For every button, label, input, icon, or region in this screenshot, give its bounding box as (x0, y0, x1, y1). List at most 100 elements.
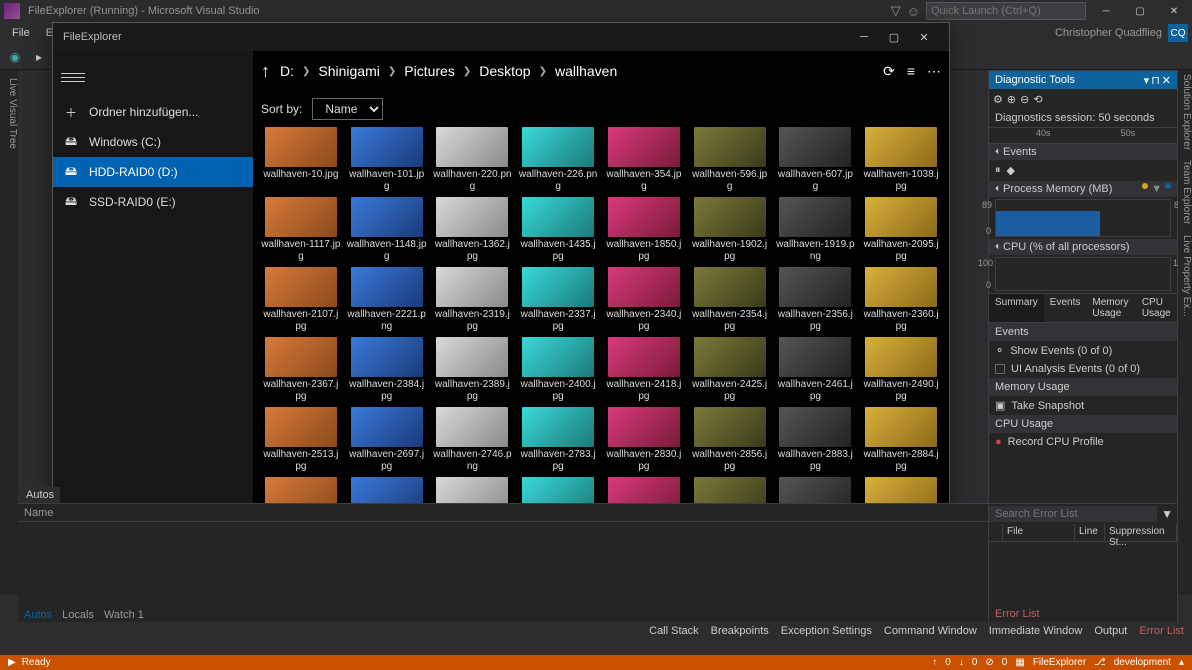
tab-cpu[interactable]: CPU Usage (1136, 294, 1177, 322)
tab-watch1[interactable]: Watch 1 (104, 609, 144, 621)
zoom-in-icon[interactable]: ⊕ (1007, 93, 1016, 106)
col-line[interactable]: Line (1075, 524, 1105, 541)
file-item[interactable]: wallhaven-2389.jpg (431, 337, 515, 403)
autos-title[interactable]: Autos (20, 487, 60, 503)
feedback-icon[interactable]: ☺ (907, 4, 920, 19)
diag-pin-icon[interactable]: ⊓ (1151, 74, 1160, 87)
file-item[interactable]: wallhaven-2513.jpg (259, 407, 343, 473)
file-item[interactable]: wallhaven-2384.jpg (345, 337, 429, 403)
filter-icon[interactable]: ▼ (1157, 507, 1177, 521)
mem-section-hdr[interactable]: ⏴Process Memory (MB) ▼ (989, 181, 1177, 197)
snapshot-row[interactable]: ▣Take Snapshot (989, 396, 1177, 415)
file-item[interactable]: wallhaven-10.jpg (259, 127, 343, 193)
tab-summary[interactable]: Summary (989, 294, 1044, 322)
file-item[interactable]: wallhaven-2425.jpg (688, 337, 772, 403)
show-events-row[interactable]: ⚬Show Events (0 of 0) (989, 341, 1177, 360)
up-arrow-icon[interactable]: ↑ (261, 61, 270, 82)
link-exception[interactable]: Exception Settings (781, 625, 872, 637)
file-item[interactable]: wallhaven-2360.jpg (859, 267, 943, 333)
pause-icon[interactable]: ⏸ (995, 164, 1001, 177)
add-folder-item[interactable]: ＋ Ordner hinzufügen... (53, 97, 253, 127)
diag-dropdown-icon[interactable]: ▾ (1144, 74, 1150, 87)
refresh-icon[interactable]: ⟳ (883, 63, 895, 80)
file-item[interactable]: wallhaven-2354.jpg (688, 267, 772, 333)
live-visual-tree-tab[interactable]: Live Visual Tree (0, 78, 18, 149)
drive-item-0[interactable]: 🖴Windows (C:) (53, 127, 253, 157)
solution-explorer-tab[interactable]: Solution Explorer (1178, 74, 1192, 150)
file-item[interactable]: wallhaven-2340.jpg (602, 267, 686, 333)
link-callstack[interactable]: Call Stack (649, 625, 699, 637)
tab-events[interactable]: Events (1044, 294, 1087, 322)
col-file[interactable]: File (1003, 524, 1075, 541)
hamburger-icon[interactable] (61, 73, 85, 82)
gear-icon[interactable]: ⚙ (993, 93, 1003, 106)
diag-close-icon[interactable]: ✕ (1162, 74, 1171, 87)
file-item[interactable]: wallhaven-1362.jpg (431, 197, 515, 263)
sort-dropdown[interactable]: Name (312, 98, 383, 120)
checkbox-icon[interactable] (995, 364, 1005, 374)
status-project[interactable]: FileExplorer (1033, 657, 1086, 668)
file-item[interactable]: wallhaven-1435.jpg (516, 197, 600, 263)
file-item[interactable]: wallhaven-354.jpg (602, 127, 686, 193)
file-item[interactable]: wallhaven-2107.jpg (259, 267, 343, 333)
link-command[interactable]: Command Window (884, 625, 977, 637)
crumb-0[interactable]: D: (280, 63, 294, 79)
link-breakpoints[interactable]: Breakpoints (711, 625, 769, 637)
file-item[interactable]: wallhaven-1117.jpg (259, 197, 343, 263)
file-item[interactable]: wallhaven-2319.jpg (431, 267, 515, 333)
fe-close-button[interactable]: ✕ (909, 23, 939, 51)
ui-events-row[interactable]: UI Analysis Events (0 of 0) (989, 360, 1177, 378)
signed-in-user[interactable]: Christopher Quadflieg (1055, 27, 1162, 39)
link-errorlist[interactable]: Error List (1139, 625, 1184, 637)
tab-autos[interactable]: Autos (24, 609, 52, 621)
file-item[interactable]: wallhaven-1148.jpg (345, 197, 429, 263)
tab-locals[interactable]: Locals (62, 609, 94, 621)
file-item[interactable]: wallhaven-220.png (431, 127, 515, 193)
record-cpu-row[interactable]: ●Record CPU Profile (989, 433, 1177, 451)
crumb-4[interactable]: wallhaven (555, 63, 617, 79)
file-item[interactable]: wallhaven-2337.jpg (516, 267, 600, 333)
file-item[interactable]: wallhaven-226.png (516, 127, 600, 193)
col-suppression[interactable]: Suppression St... (1105, 524, 1177, 541)
reset-icon[interactable]: ⟲ (1033, 93, 1042, 106)
notification-flag-icon[interactable]: ▽ (891, 3, 901, 19)
file-item[interactable]: wallhaven-2221.png (345, 267, 429, 333)
file-item[interactable]: wallhaven-1850.jpg (602, 197, 686, 263)
file-item[interactable]: wallhaven-1038.jpg (859, 127, 943, 193)
file-item[interactable]: wallhaven-101.jpg (345, 127, 429, 193)
file-item[interactable]: wallhaven-2883.jpg (774, 407, 858, 473)
list-view-icon[interactable]: ≡ (907, 63, 915, 79)
crumb-2[interactable]: Pictures (404, 63, 455, 79)
file-item[interactable]: wallhaven-2356.jpg (774, 267, 858, 333)
live-property-tab[interactable]: Live Property Ex... (1178, 235, 1192, 317)
menu-file[interactable]: File (4, 25, 38, 41)
nav-back-icon[interactable]: ◉ (6, 48, 24, 66)
more-icon[interactable]: ⋯ (927, 63, 941, 80)
file-item[interactable]: wallhaven-2884.jpg (859, 407, 943, 473)
file-item[interactable]: wallhaven-2490.jpg (859, 337, 943, 403)
tab-memory[interactable]: Memory Usage (1086, 294, 1135, 322)
quick-launch-input[interactable] (926, 2, 1086, 20)
file-item[interactable]: wallhaven-2418.jpg (602, 337, 686, 403)
file-item[interactable]: wallhaven-1902.jpg (688, 197, 772, 263)
error-search-input[interactable] (989, 506, 1157, 522)
drive-item-1[interactable]: 🖴HDD-RAID0 (D:) (53, 157, 253, 187)
link-immediate[interactable]: Immediate Window (989, 625, 1083, 637)
error-list-tab[interactable]: Error List (989, 606, 1046, 622)
file-item[interactable]: wallhaven-2783.jpg (516, 407, 600, 473)
link-output[interactable]: Output (1094, 625, 1127, 637)
file-item[interactable]: wallhaven-2461.jpg (774, 337, 858, 403)
crumb-3[interactable]: Desktop (479, 63, 530, 79)
team-explorer-tab[interactable]: Team Explorer (1178, 160, 1192, 224)
file-item[interactable]: wallhaven-2856.jpg (688, 407, 772, 473)
file-item[interactable]: wallhaven-2830.jpg (602, 407, 686, 473)
diamond-icon[interactable]: ◆ (1007, 164, 1015, 177)
user-avatar[interactable]: CQ (1168, 24, 1188, 42)
file-item[interactable]: wallhaven-2697.jpg (345, 407, 429, 473)
status-branch[interactable]: development (1114, 657, 1171, 668)
zoom-out-icon[interactable]: ⊖ (1020, 93, 1029, 106)
file-item[interactable]: wallhaven-607.jpg (774, 127, 858, 193)
nav-fwd-icon[interactable]: ▸ (30, 48, 48, 66)
events-section-hdr[interactable]: ⏴Events (989, 144, 1177, 160)
file-item[interactable]: wallhaven-2400.jpg (516, 337, 600, 403)
